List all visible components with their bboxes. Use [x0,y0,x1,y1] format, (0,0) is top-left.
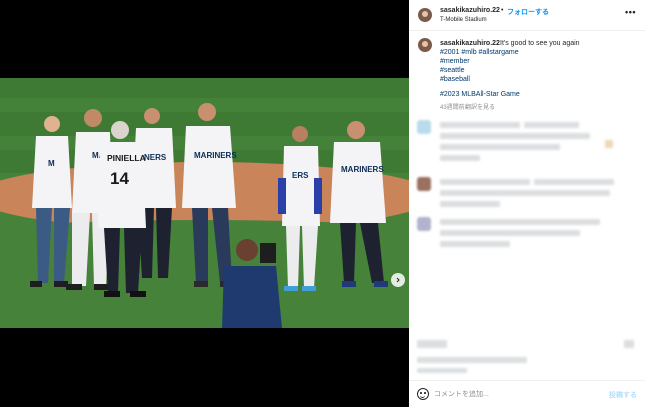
jersey-text-7: MARINERS [341,165,384,174]
caption-username[interactable]: sasakikazuhiro.22 [440,40,500,47]
media-pane: M MA NERS PINIELLA 14 MARINERS ERS MARIN… [0,0,409,407]
blurred-emoji [605,140,613,148]
caption-text: It's good to see you again [500,40,580,47]
follow-button[interactable]: フォローする [507,7,549,17]
hashtag-seattle[interactable]: #seattle [440,67,465,74]
blurred-comment-line [440,241,510,247]
blurred-comment-line [440,133,590,139]
post-comment-button[interactable]: 投稿する [609,390,637,400]
emoji-icon[interactable] [417,388,429,400]
blurred-action-icons[interactable] [417,340,447,348]
blurred-date-line [417,368,467,373]
next-slide-button[interactable] [391,273,405,287]
blurred-comment-line [440,155,480,161]
blurred-comment-line [440,190,610,196]
divider [409,380,645,381]
comment-avatar[interactable] [417,177,431,191]
comment-input[interactable] [434,386,594,402]
header-separator: • [501,7,504,14]
header-username[interactable]: sasakikazuhiro.22 [440,7,500,14]
comment-avatar[interactable] [417,217,431,231]
post-timestamp[interactable]: 43週間前 [440,102,465,111]
blurred-comment-line [440,219,600,225]
blurred-comment-line [534,179,614,185]
jersey-number-14: 14 [110,169,129,188]
photo-scene: M MA NERS PINIELLA 14 MARINERS ERS MARIN… [0,78,409,328]
hashtag-baseball[interactable]: #baseball [440,76,470,83]
comment-avatar[interactable] [417,120,431,134]
blurred-bookmark-icon[interactable] [624,340,634,348]
hashtag-line[interactable]: #2001 #mlb #allstargame [440,49,519,56]
jersey-text-1: M [48,159,55,168]
blurred-comment-line [440,230,580,236]
chevron-right-icon [396,277,400,283]
blurred-comment-line [440,122,520,128]
post-header: sasakikazuhiro.22 • フォローする T-Mobile Stad… [409,0,645,31]
blurred-comment-line [440,144,560,150]
blurred-comment-line [524,122,579,128]
jersey-name-piniella: PINIELLA [107,153,146,163]
post-photo[interactable]: M MA NERS PINIELLA 14 MARINERS ERS MARIN… [0,78,409,328]
blurred-comment-line [440,201,500,207]
post-side-panel: sasakikazuhiro.22 • フォローする T-Mobile Stad… [409,0,645,407]
see-translation-link[interactable]: 翻訳を見る [465,102,495,111]
caption-avatar[interactable] [418,38,432,52]
event-hashtag[interactable]: #2023 MLBAll-Star Game [440,91,520,98]
jersey-text-4: NERS [144,153,167,162]
jersey-text-6: ERS [292,171,309,180]
location-link[interactable]: T-Mobile Stadium [440,17,487,23]
blurred-comment-line [440,179,530,185]
hashtag-member[interactable]: #member [440,58,470,65]
blurred-likes-line [417,357,527,363]
jersey-text-5: MARINERS [194,151,237,160]
more-options-icon[interactable]: ••• [625,7,636,17]
avatar[interactable] [418,8,432,22]
